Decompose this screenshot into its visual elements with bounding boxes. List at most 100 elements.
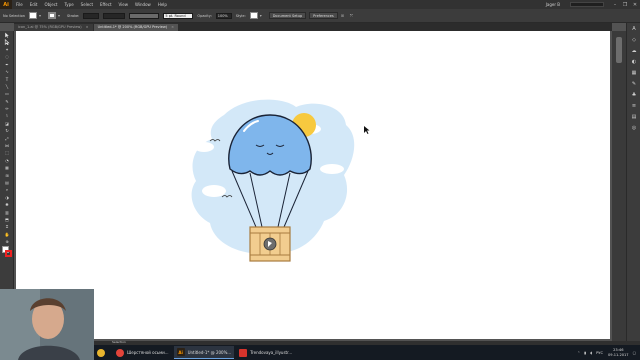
preferences-button[interactable]: Preferences xyxy=(309,12,338,19)
symbols-panel-icon[interactable]: ♣ xyxy=(627,89,640,100)
slice-tool-icon[interactable]: ⌗ xyxy=(0,223,14,230)
brush-definition-field[interactable]: 5 pt. Round xyxy=(163,12,194,19)
close-tab-icon[interactable]: × xyxy=(86,24,89,31)
taskbar-chrome[interactable] xyxy=(94,346,111,359)
clock-date: 09.11.2017 xyxy=(608,352,629,357)
graphic-style-swatch[interactable] xyxy=(249,12,258,19)
blend-tool-icon[interactable]: ◑ xyxy=(0,194,14,201)
maximize-button[interactable]: ❐ xyxy=(620,0,630,9)
swatches-panel-icon[interactable]: ▦ xyxy=(627,67,640,78)
lasso-tool-icon[interactable]: ◌ xyxy=(0,53,14,60)
gradient-panel-icon[interactable]: ▤ xyxy=(627,111,640,122)
cloud-puff xyxy=(324,219,344,227)
menu-edit[interactable]: Edit xyxy=(30,2,38,7)
artboard-tool-icon[interactable]: ⬒ xyxy=(0,216,14,223)
scale-tool-icon[interactable]: ⤢ xyxy=(0,134,14,141)
mesh-tool-icon[interactable]: ⊞ xyxy=(0,171,14,178)
shaper-tool-icon[interactable]: ⌇ xyxy=(0,112,14,119)
curvature-tool-icon[interactable]: ∿ xyxy=(0,68,14,75)
close-tab-icon[interactable]: × xyxy=(171,24,174,31)
transparency-panel-icon[interactable]: ◎ xyxy=(627,122,640,133)
symbol-sprayer-tool-icon[interactable]: ✺ xyxy=(0,201,14,208)
artboard[interactable] xyxy=(16,31,610,339)
menu-file[interactable]: File xyxy=(16,2,23,7)
cloud-puff xyxy=(202,185,226,197)
line-tool-icon[interactable]: ╲ xyxy=(0,83,14,90)
paintbrush-tool-icon[interactable]: ✎ xyxy=(0,98,14,105)
language-indicator[interactable]: РУС xyxy=(596,351,603,355)
eyedropper-tool-icon[interactable]: ⌕ xyxy=(0,186,14,193)
mouse-cursor-icon xyxy=(364,126,370,134)
type-tool-icon[interactable]: T xyxy=(0,75,14,82)
minimize-button[interactable]: – xyxy=(610,0,620,9)
selection-tool-icon[interactable] xyxy=(0,31,14,38)
tab-untitled-1[interactable]: Untitled-1* @ 200% (RGB/GPU Preview) × xyxy=(93,24,179,31)
stroke-weight-field[interactable] xyxy=(83,12,100,19)
fill-swatch[interactable] xyxy=(29,12,38,19)
style-label: Style: xyxy=(235,13,246,18)
tab-icon-1[interactable]: icon_1.ai @ 75% (RGB/GPU Preview) × xyxy=(14,24,93,31)
opacity-field[interactable]: 100% xyxy=(215,12,232,19)
menu-help[interactable]: Help xyxy=(158,2,167,7)
taskbar-pdf[interactable]: Trendovaya_illyustr... xyxy=(236,346,295,359)
column-graph-tool-icon[interactable]: ▥ xyxy=(0,208,14,215)
menu-window[interactable]: Window xyxy=(135,2,151,7)
variable-width-field[interactable] xyxy=(103,12,126,19)
hand-tool-icon[interactable]: ✋ xyxy=(0,231,14,238)
stroke-profile-field[interactable] xyxy=(129,12,160,19)
magic-wand-tool-icon[interactable]: ✦ xyxy=(0,46,14,53)
fill-dropdown-icon[interactable]: ▾ xyxy=(39,13,44,19)
taskbar-browser-window[interactable]: Шерстяной осьми... xyxy=(113,346,172,359)
transform-icon[interactable]: ⤧ xyxy=(350,13,355,19)
color-panel-icon[interactable]: ◐ xyxy=(627,56,640,67)
notifications-icon[interactable]: ▢ xyxy=(633,351,636,355)
style-dropdown-icon[interactable]: ▾ xyxy=(260,13,265,19)
stroke-panel-icon[interactable]: ≡ xyxy=(627,100,640,111)
search-stock-input[interactable] xyxy=(570,2,604,7)
zoom-tool-icon[interactable]: ⊕ xyxy=(0,238,14,245)
volume-icon[interactable]: ◖ xyxy=(590,351,592,355)
menu-view[interactable]: View xyxy=(119,2,129,7)
pencil-tool-icon[interactable]: ✏ xyxy=(0,105,14,112)
brushes-panel-icon[interactable]: ✎ xyxy=(627,78,640,89)
shape-builder-tool-icon[interactable]: ◔ xyxy=(0,157,14,164)
vertical-scrollbar[interactable] xyxy=(612,31,626,341)
libraries-panel-icon[interactable]: ☁ xyxy=(627,45,640,56)
align-icon[interactable]: ⊞ xyxy=(341,13,346,19)
rectangle-tool-icon[interactable]: ▭ xyxy=(0,90,14,97)
system-tray: ⌃ ▮ ◖ РУС 23:46 09.11.2017 ▢ xyxy=(577,345,636,360)
fill-stroke-icon[interactable] xyxy=(0,245,14,259)
stroke-swatch[interactable] xyxy=(48,12,57,19)
illustrator-icon: Ai xyxy=(176,348,185,356)
menu-object[interactable]: Object xyxy=(44,2,57,7)
close-button[interactable]: ✕ xyxy=(630,0,640,9)
menu-select[interactable]: Select xyxy=(81,2,93,7)
direct-selection-tool-icon[interactable] xyxy=(0,38,14,46)
document-tabs: icon_1.ai @ 75% (RGB/GPU Preview) × Unti… xyxy=(14,23,612,31)
free-transform-tool-icon[interactable]: ⬚ xyxy=(0,149,14,156)
document-setup-button[interactable]: Document Setup xyxy=(268,12,307,19)
gradient-tool-icon[interactable]: ▤ xyxy=(0,179,14,186)
stroke-dropdown-icon[interactable]: ▾ xyxy=(58,13,63,19)
network-icon[interactable]: ▮ xyxy=(584,351,586,355)
menu-bar: Ai File Edit Object Type Select Effect V… xyxy=(0,0,640,9)
taskbar-illustrator[interactable]: Ai Untitled-1* @ 200%... xyxy=(173,346,235,359)
width-tool-icon[interactable]: ⋈ xyxy=(0,142,14,149)
balloon-illustration[interactable] xyxy=(184,95,370,263)
perspective-grid-tool-icon[interactable]: ▦ xyxy=(0,164,14,171)
stroke-label: Stroke: xyxy=(67,13,80,18)
layers-panel-icon[interactable]: ◇ xyxy=(627,34,640,45)
menu-effect[interactable]: Effect xyxy=(100,2,112,7)
workspace-switcher[interactable]: Jager B xyxy=(546,2,560,7)
panel-dock: A ◇ ☁ ◐ ▦ ✎ ♣ ≡ ▤ ◎ xyxy=(626,23,640,341)
pen-tool-icon[interactable]: ✒ xyxy=(0,61,14,68)
eraser-tool-icon[interactable]: ◪ xyxy=(0,120,14,127)
tray-chevron-icon[interactable]: ⌃ xyxy=(577,351,580,355)
rotate-tool-icon[interactable]: ↻ xyxy=(0,127,14,134)
menu-type[interactable]: Type xyxy=(64,2,73,7)
properties-panel-icon[interactable]: A xyxy=(627,23,640,34)
selection-status: No Selection xyxy=(3,13,26,18)
clock[interactable]: 23:46 09.11.2017 xyxy=(608,348,629,358)
chrome-icon xyxy=(97,348,105,357)
canvas-area[interactable] xyxy=(14,31,612,341)
